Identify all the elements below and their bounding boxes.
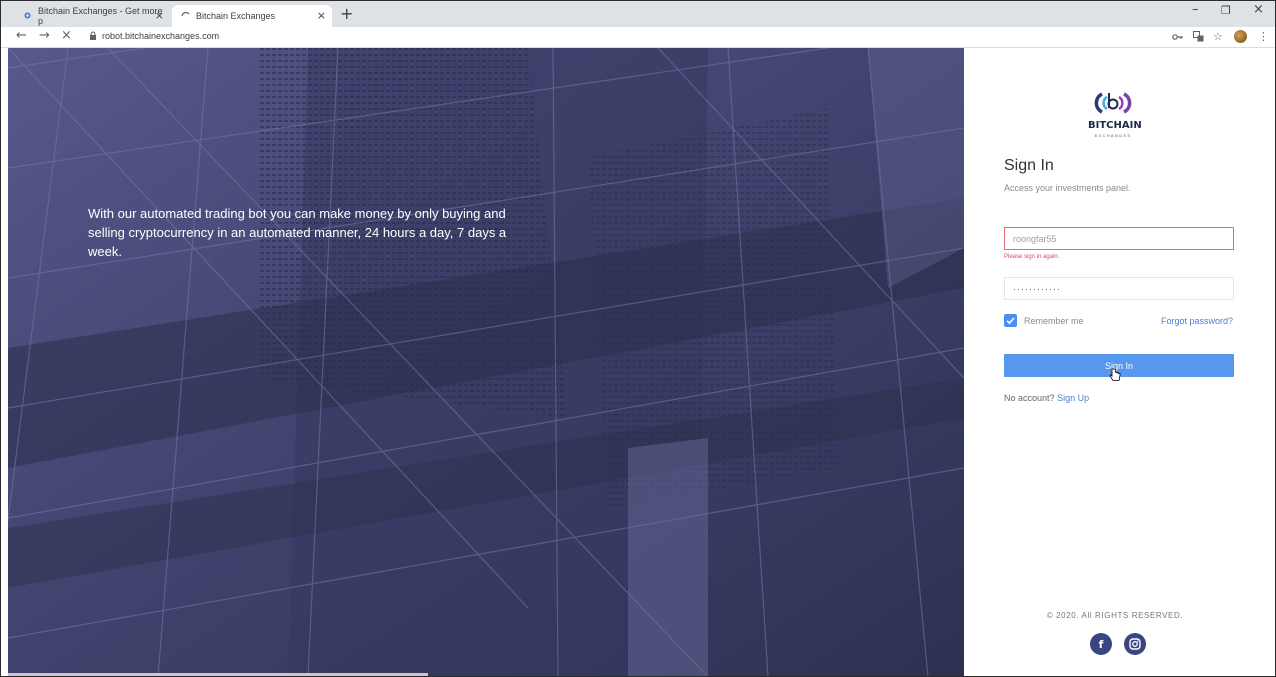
lock-icon — [90, 31, 96, 40]
back-icon[interactable]: ← — [16, 28, 27, 43]
stop-icon[interactable]: × — [61, 28, 72, 43]
brand-name: BITCHAIN — [1088, 120, 1142, 131]
forward-icon[interactable]: → — [39, 28, 50, 43]
profile-avatar-icon[interactable] — [1234, 30, 1247, 43]
hand-cursor-icon — [1109, 368, 1121, 381]
key-icon[interactable] — [1172, 33, 1184, 41]
bookmark-star-icon[interactable]: ☆ — [1213, 30, 1223, 43]
facebook-button[interactable]: f — [1090, 633, 1112, 655]
tab-strip: Bitchain Exchanges - Get more p × Bitcha… — [0, 0, 1276, 27]
translate-icon[interactable] — [1193, 31, 1204, 42]
signup-link[interactable]: Sign Up — [1057, 393, 1089, 403]
hero-background: With our automated trading bot you can m… — [8, 48, 964, 677]
page-subtitle: Access your investments panel. — [1004, 183, 1131, 193]
tab-inactive[interactable]: Bitchain Exchanges - Get more p × — [14, 5, 170, 27]
instagram-icon — [1129, 638, 1141, 650]
horizontal-scrollbar[interactable] — [8, 673, 428, 677]
address-bar[interactable]: robot.bitchainexchanges.com — [102, 31, 219, 41]
bitchain-logo-icon — [1094, 92, 1132, 114]
brand-subtitle: EXCHANGES — [1094, 133, 1132, 138]
remember-me-checkbox[interactable] — [1004, 314, 1017, 327]
error-message: Please sign in again. — [1004, 254, 1060, 260]
window-close-icon[interactable]: × — [1253, 2, 1264, 17]
tab-close-icon[interactable]: × — [155, 9, 164, 22]
instagram-button[interactable] — [1124, 633, 1146, 655]
new-tab-button[interactable]: + — [340, 4, 353, 23]
hero-tagline: With our automated trading bot you can m… — [88, 206, 507, 259]
no-account-text: No account? — [1004, 393, 1055, 403]
username-field[interactable]: roongfar55 — [1004, 227, 1234, 250]
remember-me-label[interactable]: Remember me — [1024, 316, 1084, 326]
tab-close-icon[interactable]: × — [317, 9, 326, 22]
browser-toolbar: ← → × robot.bitchainexchanges.com ☆ ⋮ — [0, 27, 1276, 48]
tab-active[interactable]: Bitchain Exchanges × — [172, 5, 332, 27]
facebook-icon: f — [1098, 637, 1104, 651]
forgot-password-link[interactable]: Forgot password? — [1161, 316, 1233, 326]
restore-icon[interactable]: ❐ — [1221, 4, 1231, 17]
menu-icon[interactable]: ⋮ — [1258, 30, 1269, 43]
building-glass-illustration — [8, 48, 964, 677]
checkmark-icon — [1006, 317, 1015, 325]
tab-title: Bitchain Exchanges - Get more p — [38, 6, 163, 26]
no-account-row: No account? Sign Up — [1004, 393, 1089, 403]
page-title: Sign In — [1004, 157, 1054, 174]
password-field[interactable]: ············ — [1004, 277, 1234, 300]
tab-title: Bitchain Exchanges — [196, 11, 276, 21]
bitchain-favicon-icon — [24, 12, 31, 19]
copyright-text: © 2020. All RIGHTS RESERVED. — [1046, 611, 1184, 620]
minimize-icon[interactable]: – — [1192, 2, 1199, 17]
loading-spinner-icon — [181, 12, 190, 17]
